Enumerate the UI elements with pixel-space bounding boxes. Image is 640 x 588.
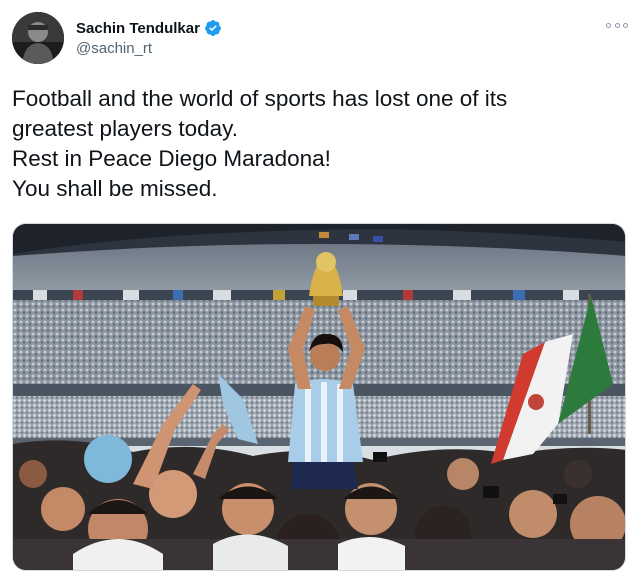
verified-badge-icon	[204, 19, 222, 37]
author-avatar[interactable]	[12, 12, 64, 64]
tweet-photo[interactable]	[12, 223, 626, 571]
more-options-icon[interactable]	[606, 18, 628, 32]
tweet-card: Sachin Tendulkar @sachin_rt Football and…	[0, 0, 640, 588]
author-handle[interactable]: @sachin_rt	[76, 40, 222, 57]
author-display-name[interactable]: Sachin Tendulkar	[76, 20, 200, 37]
tweet-text-line: Rest in Peace Diego Maradona!	[12, 146, 331, 171]
tweet-text-line: greatest players today.	[12, 116, 238, 141]
tweet-text-line: You shall be missed.	[12, 176, 218, 201]
author-info: Sachin Tendulkar @sachin_rt	[76, 19, 222, 57]
tweet-text-line: Football and the world of sports has los…	[12, 86, 508, 111]
tweet-text: Football and the world of sports has los…	[12, 84, 612, 204]
